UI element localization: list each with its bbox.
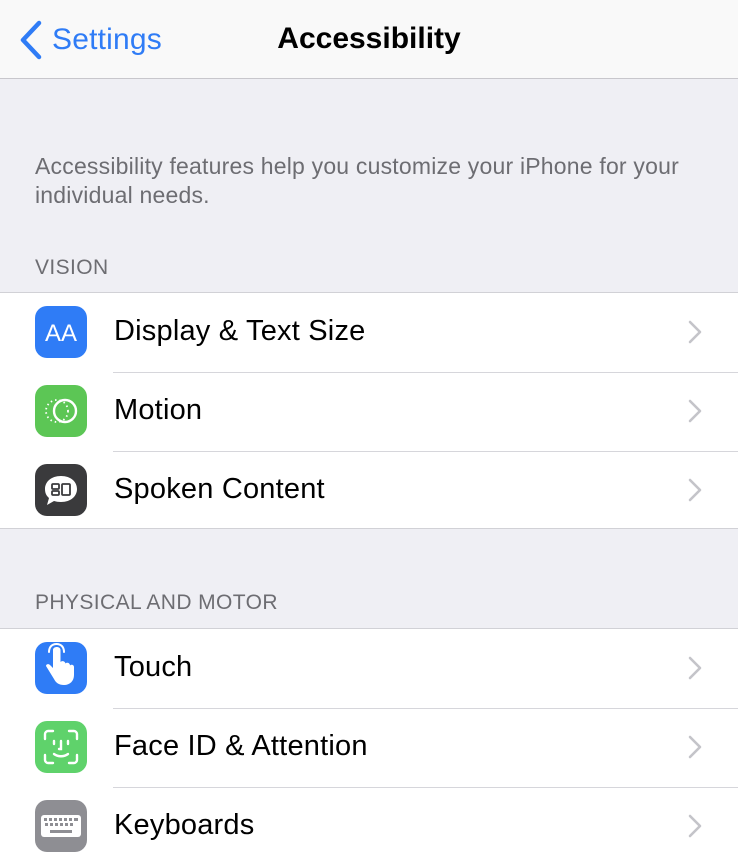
chevron-right-icon <box>688 399 702 423</box>
hand-pointer-icon <box>35 642 87 694</box>
vision-group: AA Display & Text Size Motion Spoken Con… <box>0 292 738 529</box>
row-label: Motion <box>114 394 203 426</box>
row-touch[interactable]: Touch <box>0 629 738 708</box>
motion-icon <box>35 385 87 437</box>
chevron-right-icon <box>688 478 702 502</box>
description-text: Accessibility features help you customiz… <box>35 153 679 208</box>
row-spoken-content[interactable]: Spoken Content <box>0 451 738 530</box>
row-label: Display & Text Size <box>114 315 366 347</box>
row-motion[interactable]: Motion <box>0 372 738 451</box>
chevron-right-icon <box>688 320 702 344</box>
chevron-right-icon <box>688 814 702 838</box>
navigation-bar: Settings Accessibility <box>0 0 738 79</box>
chevron-right-icon <box>688 656 702 680</box>
accessibility-screen: Settings Accessibility Accessibility fea… <box>0 0 738 862</box>
row-label: Touch <box>114 651 193 683</box>
row-label: Face ID & Attention <box>114 730 368 762</box>
text-size-icon: AA <box>35 306 87 358</box>
row-display-text-size[interactable]: AA Display & Text Size <box>0 293 738 372</box>
text-size-icon-letters: AA <box>45 320 77 347</box>
speech-bubble-icon <box>35 464 87 516</box>
row-keyboards[interactable]: Keyboards <box>0 787 738 862</box>
face-id-icon <box>35 721 87 773</box>
keyboard-icon <box>35 800 87 852</box>
chevron-right-icon <box>688 735 702 759</box>
section-header-vision: VISION <box>35 256 109 279</box>
physical-and-motor-group: Touch Face ID & Attention Keyboards <box>0 628 738 862</box>
row-label: Keyboards <box>114 809 255 841</box>
page-title: Accessibility <box>277 22 461 55</box>
row-face-id-attention[interactable]: Face ID & Attention <box>0 708 738 787</box>
section-header-physical-and-motor: PHYSICAL AND MOTOR <box>35 591 278 614</box>
row-label: Spoken Content <box>114 473 325 505</box>
